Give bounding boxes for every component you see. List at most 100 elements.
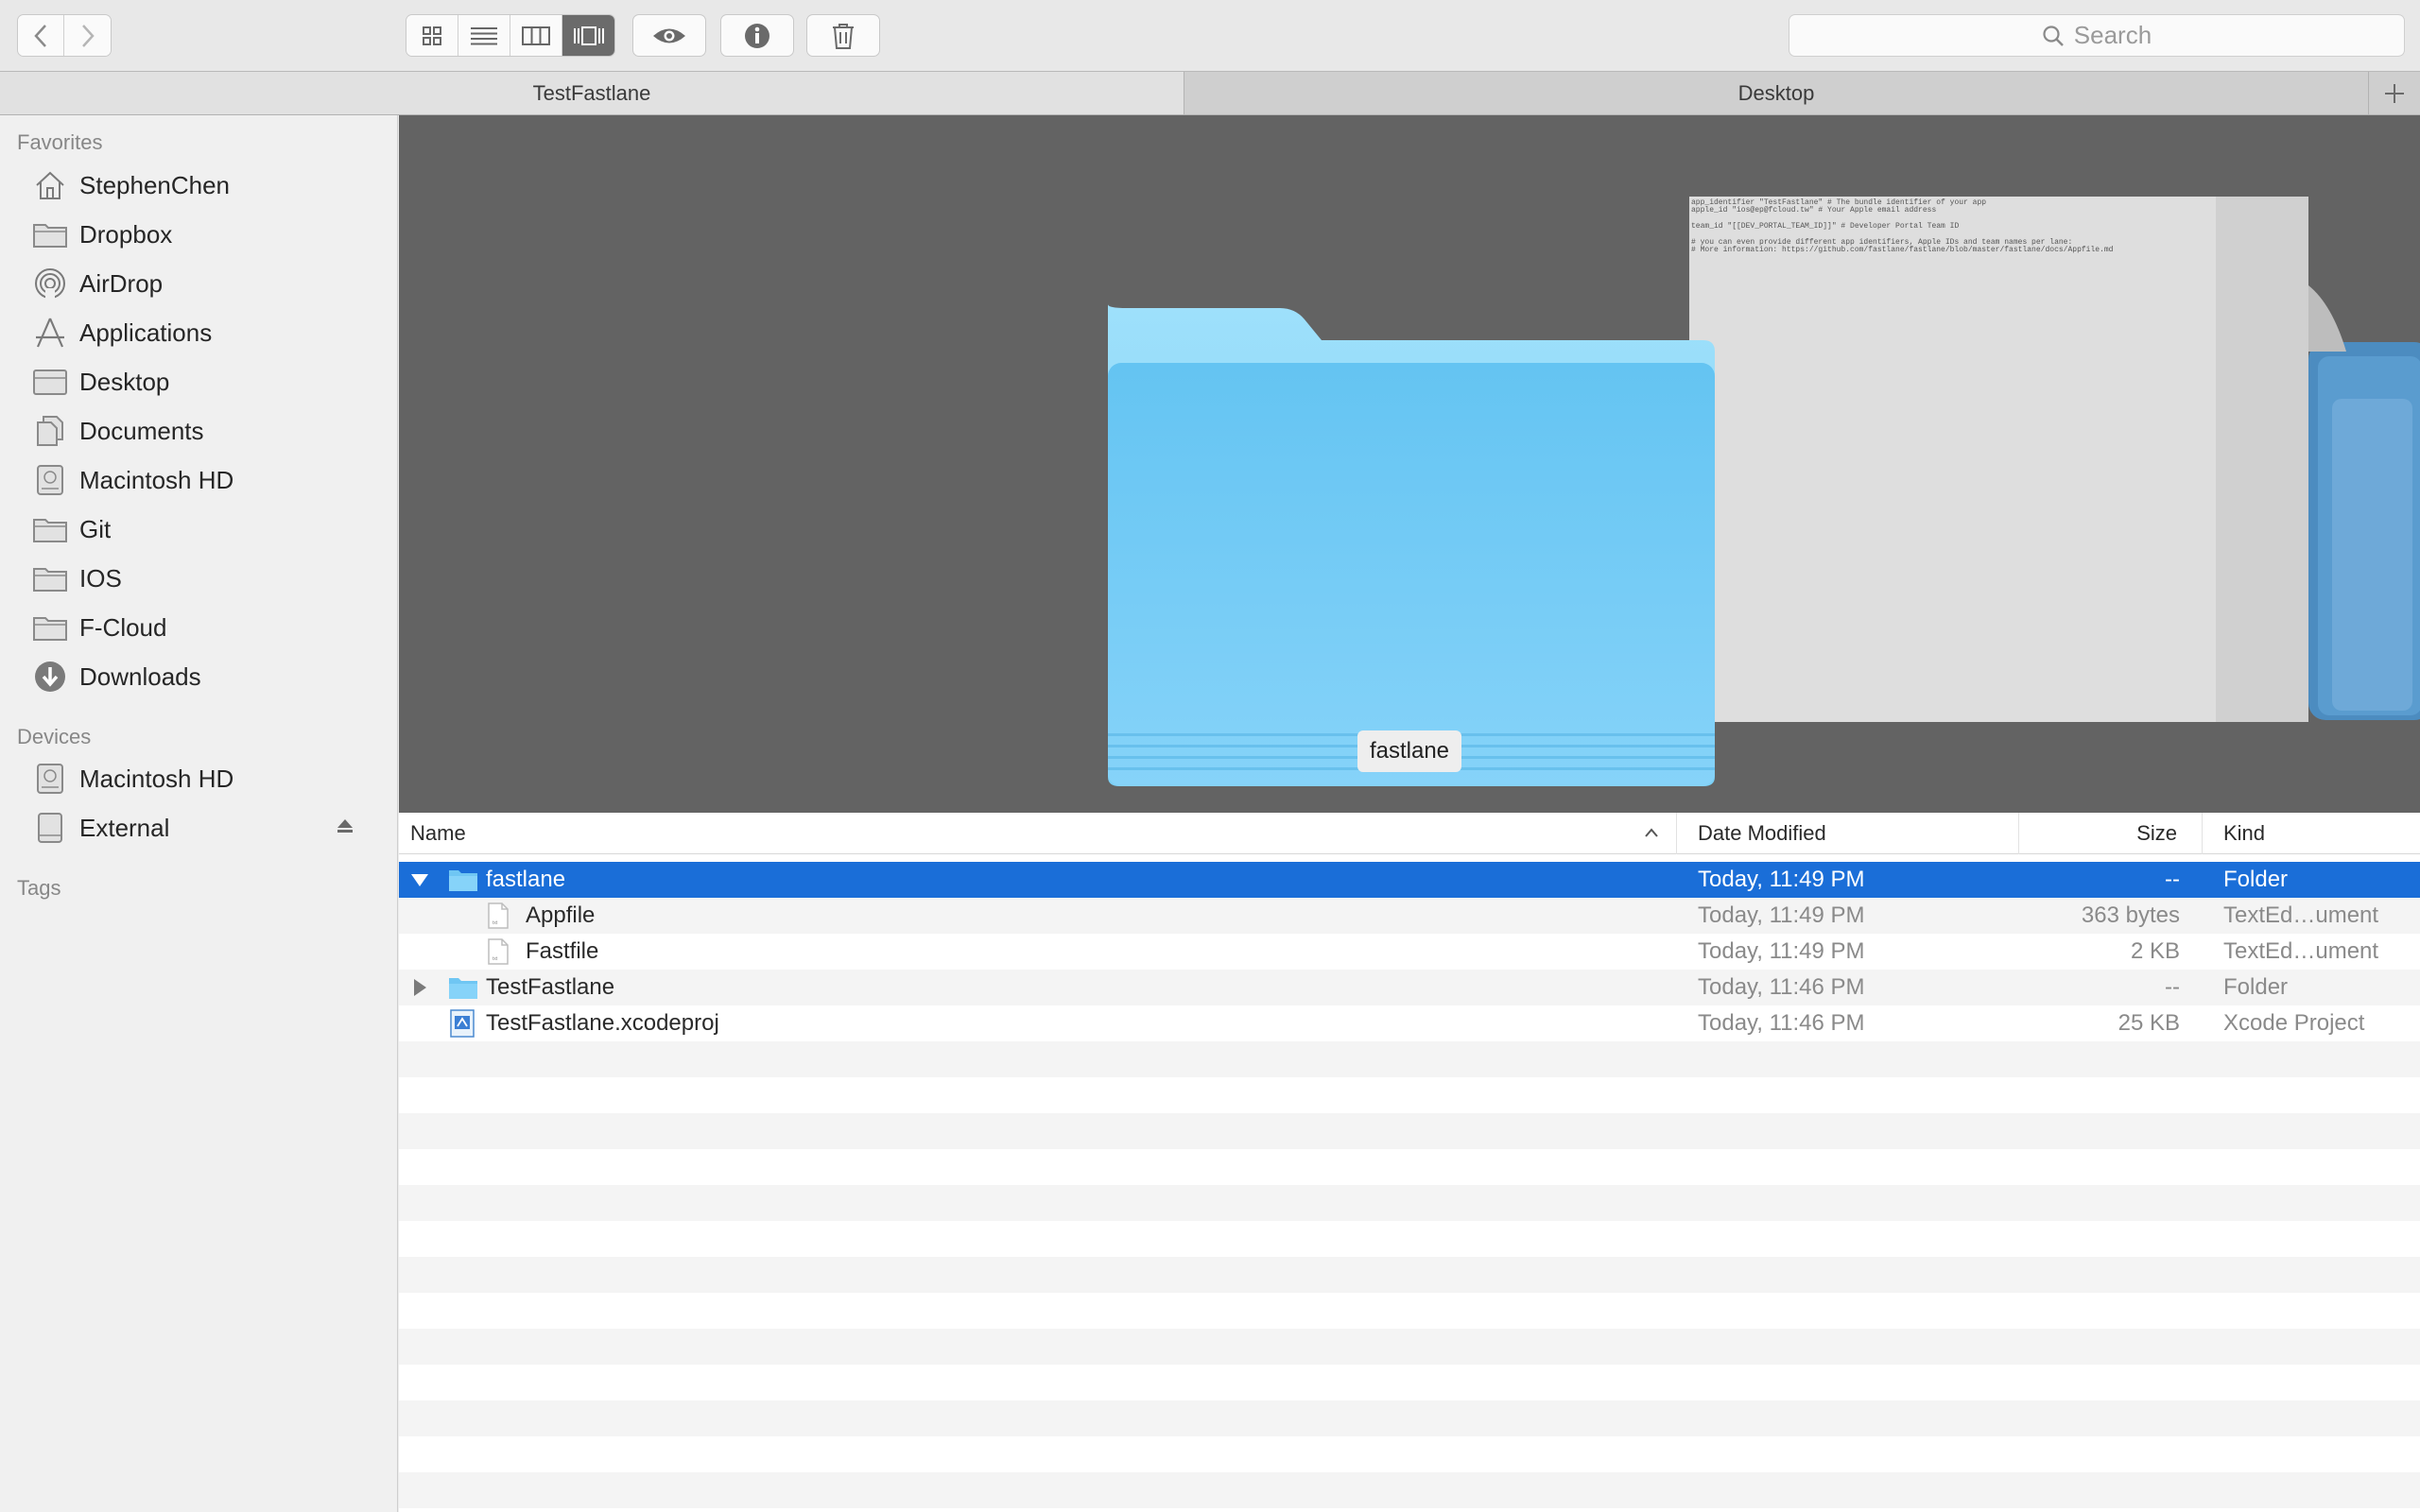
- column-header-name[interactable]: Name: [399, 813, 1677, 854]
- empty-row: [399, 1436, 2420, 1472]
- svg-text:txt: txt: [493, 956, 498, 962]
- table-row[interactable]: TestFastlane Today, 11:46 PM -- Folder: [399, 970, 2420, 1005]
- list-view-button[interactable]: [458, 15, 510, 56]
- sidebar-item-label: IOS: [79, 563, 122, 593]
- tab-bar: TestFastlane Desktop: [0, 71, 2420, 115]
- cover-flow-preview: app_identifier "TestFastlane" # The bund…: [399, 115, 2420, 813]
- sidebar-item-label: Git: [79, 514, 112, 543]
- back-button[interactable]: [18, 15, 65, 56]
- icon-view-button[interactable]: [406, 15, 458, 56]
- disclosure-triangle-expanded-icon[interactable]: [410, 862, 429, 898]
- tags-heading: Tags: [17, 876, 61, 900]
- sidebar-item-ios[interactable]: IOS: [32, 558, 382, 599]
- sidebar-item-label: Desktop: [79, 367, 170, 396]
- empty-row: [399, 1365, 2420, 1400]
- sidebar-item-git[interactable]: Git: [32, 508, 382, 550]
- sidebar-item-applications[interactable]: Applications: [32, 312, 382, 353]
- forward-button[interactable]: [64, 15, 111, 56]
- table-row[interactable]: TestFastlane.xcodeproj Today, 11:46 PM 2…: [399, 1005, 2420, 1041]
- empty-row: [399, 1221, 2420, 1257]
- file-size: 2 KB: [2130, 938, 2180, 964]
- column-view-button[interactable]: [510, 15, 562, 56]
- desktop-folder-icon: [32, 366, 68, 398]
- column-header-date-modified[interactable]: Date Modified: [1677, 813, 2019, 854]
- toolbar: Search: [0, 0, 2420, 71]
- file-kind: Folder: [2223, 867, 2289, 892]
- trash-button[interactable]: [806, 14, 880, 57]
- favorites-heading: Favorites: [17, 130, 103, 154]
- cover-flow-view-button[interactable]: [562, 15, 614, 56]
- column-header-label: Size: [2136, 821, 2177, 845]
- sidebar-item-documents[interactable]: Documents: [32, 410, 382, 452]
- sidebar-item-label: Macintosh HD: [79, 465, 234, 494]
- sidebar-item-label: StephenChen: [79, 170, 231, 199]
- sidebar-item-desktop[interactable]: Desktop: [32, 361, 382, 403]
- sidebar-item-downloads[interactable]: Downloads: [32, 656, 382, 697]
- date-modified: Today, 11:46 PM: [1698, 1010, 1865, 1036]
- svg-text:txt: txt: [493, 920, 498, 926]
- sidebar-item-macintosh-hd[interactable]: Macintosh HD: [32, 459, 382, 501]
- quick-look-button[interactable]: [632, 14, 706, 57]
- tab-desktop[interactable]: Desktop: [1184, 72, 2369, 114]
- eject-icon: [337, 819, 353, 833]
- empty-row: [399, 1113, 2420, 1149]
- grid-icon: [423, 26, 441, 45]
- sidebar-item-dropbox[interactable]: Dropbox: [32, 214, 382, 255]
- column-header-label: Name: [410, 821, 466, 845]
- file-size: 25 KB: [2118, 1010, 2180, 1036]
- column-header-label: Date Modified: [1698, 821, 1826, 845]
- empty-row: [399, 1400, 2420, 1436]
- sidebar-item-external[interactable]: External: [32, 807, 382, 849]
- sidebar-item-label: AirDrop: [79, 268, 164, 298]
- sidebar-item-airdrop[interactable]: AirDrop: [32, 263, 382, 304]
- disclosure-triangle-collapsed-icon[interactable]: [412, 970, 427, 1005]
- folder-icon: [32, 562, 68, 594]
- sidebar-item-stephenchen[interactable]: StephenChen: [32, 164, 382, 206]
- table-row[interactable]: txt Fastfile Today, 11:49 PM 2 KB TextEd…: [399, 934, 2420, 970]
- columns-icon: [522, 26, 550, 45]
- empty-row: [399, 1329, 2420, 1365]
- sidebar-item-label: External: [79, 813, 170, 842]
- info-icon: [745, 23, 769, 48]
- date-modified: Today, 11:49 PM: [1698, 902, 1865, 928]
- tab-label: Desktop: [1737, 80, 1815, 105]
- svg-text:team_id "[[DEV_PORTAL_TEAM_ID]: team_id "[[DEV_PORTAL_TEAM_ID]]" # Devel…: [1691, 222, 1959, 231]
- next-item-folder-icon: [2308, 342, 2420, 720]
- folder-icon: [32, 218, 68, 250]
- devices-heading: Devices: [17, 725, 92, 748]
- file-kind: Folder: [2223, 974, 2289, 1000]
- file-name: Appfile: [526, 902, 596, 928]
- svg-text:# More information: https://gi: # More information: https://github.com/f…: [1691, 246, 2114, 254]
- folder-icon: [32, 513, 68, 545]
- tab-testfastlane[interactable]: TestFastlane: [0, 72, 1184, 114]
- tab-label: TestFastlane: [532, 80, 651, 105]
- empty-row: [399, 1257, 2420, 1293]
- empty-row: [399, 1041, 2420, 1077]
- appfile-document-preview: app_identifier "TestFastlane" # The bund…: [1689, 197, 2346, 722]
- file-list: Name Date Modified Size Kind fastlane To…: [399, 813, 2420, 1512]
- search-input[interactable]: Search: [1789, 14, 2405, 57]
- sidebar-item-device-macintosh-hd[interactable]: Macintosh HD: [32, 758, 382, 799]
- sidebar-item-label: Applications: [79, 318, 213, 347]
- plus-icon: [2385, 83, 2404, 103]
- eject-button[interactable]: [337, 816, 354, 840]
- new-tab-button[interactable]: [2369, 72, 2420, 114]
- table-row[interactable]: txt Appfile Today, 11:49 PM 363 bytes Te…: [399, 898, 2420, 934]
- sidebar-item-label: Macintosh HD: [79, 764, 234, 793]
- date-modified: Today, 11:49 PM: [1698, 867, 1865, 892]
- column-header-size[interactable]: Size: [2019, 813, 2203, 854]
- file-name: TestFastlane: [486, 974, 615, 1000]
- folder-icon: [448, 970, 478, 1005]
- empty-row: [399, 1185, 2420, 1221]
- sidebar-item-f-cloud[interactable]: F-Cloud: [32, 607, 382, 648]
- table-row[interactable]: fastlane Today, 11:49 PM -- Folder: [399, 862, 2420, 898]
- home-icon: [32, 169, 68, 201]
- sidebar: Favorites StephenChen Dropbox AirDrop Ap…: [0, 115, 398, 1512]
- file-kind: TextEd…ument: [2223, 938, 2379, 964]
- column-header-kind[interactable]: Kind: [2203, 813, 2420, 854]
- sidebar-item-label: Downloads: [79, 662, 201, 691]
- get-info-button[interactable]: [720, 14, 794, 57]
- sidebar-item-label: Documents: [79, 416, 204, 445]
- file-name: fastlane: [486, 867, 566, 892]
- cover-flow-icon: [573, 26, 604, 45]
